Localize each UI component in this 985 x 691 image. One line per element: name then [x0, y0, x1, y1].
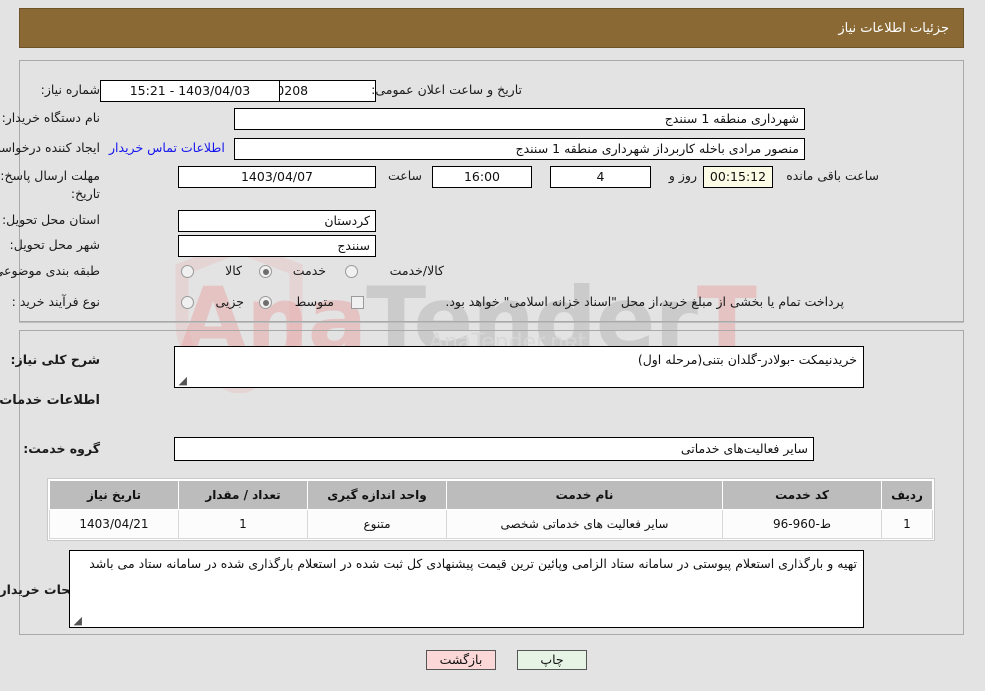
- col-service-code: کد خدمت: [723, 480, 883, 510]
- buyer-notes-value: تهیه و بارگذاری استعلام پیوستی در سامانه…: [90, 556, 858, 571]
- category-label: طبقه بندی موضوعی:: [0, 263, 101, 278]
- checkbox-islamic-treasury-docs[interactable]: [352, 296, 365, 309]
- services-section-title: اطلاعات خدمات مورد نیاز: [0, 393, 101, 408]
- deadline-time-value: 16:00: [433, 166, 533, 188]
- page-header: جزئیات اطلاعات نیاز: [20, 8, 965, 48]
- general-desc-textarea[interactable]: خریدنیمکت -بولادر-گلدان بتنی(مرحله اول) …: [175, 346, 865, 388]
- cell-need-date: 1403/04/21: [50, 509, 180, 539]
- remaining-countdown-timer: 00:15:12: [704, 166, 774, 188]
- radio-process-jozii-label: جزیی: [216, 294, 245, 309]
- buyer-contact-link[interactable]: اطلاعات تماس خریدار: [110, 140, 226, 155]
- services-table: ردیف کد خدمت نام خدمت واحد اندازه گیری ت…: [50, 480, 934, 539]
- radio-process-jozii[interactable]: [182, 296, 195, 309]
- col-unit: واحد اندازه گیری: [308, 480, 448, 510]
- cell-service-name: سایر فعالیت های خدماتی شخصی: [447, 509, 724, 539]
- col-service-name: نام خدمت: [447, 480, 724, 510]
- process-label: نوع فرآیند خرید :: [12, 294, 101, 309]
- page-title: جزئیات اطلاعات نیاز: [839, 20, 950, 36]
- announce-datetime-value: 1403/04/03 - 15:21: [101, 80, 281, 102]
- announce-datetime-label: تاریخ و ساعت اعلان عمومی:: [372, 82, 523, 97]
- radio-process-motavaset[interactable]: [260, 296, 273, 309]
- col-row-no: ردیف: [882, 480, 934, 510]
- general-desc-label: شرح کلی نیاز:: [11, 352, 101, 367]
- radio-category-kala[interactable]: [182, 265, 195, 278]
- deadline-label-line1: مهلت ارسال پاسخ: تا: [0, 168, 101, 183]
- remaining-days-value: 4: [551, 166, 652, 188]
- print-button[interactable]: چاپ: [518, 650, 588, 670]
- city-value: سنندج: [179, 235, 377, 257]
- city-label: شهر محل تحویل:: [10, 237, 101, 252]
- cell-service-code: ط-960-96: [723, 509, 883, 539]
- treasury-note-text: پرداخت تمام یا بخشی از مبلغ خرید،از محل …: [446, 294, 845, 309]
- need-number-label: شماره نیاز:: [41, 82, 101, 97]
- table-header-row: ردیف کد خدمت نام خدمت واحد اندازه گیری ت…: [50, 480, 934, 510]
- deadline-date-value: 1403/04/07: [179, 166, 377, 188]
- remaining-clock-label: ساعت باقی مانده: [787, 168, 880, 183]
- province-label: استان محل تحویل:: [2, 212, 101, 227]
- cell-quantity: 1: [179, 509, 309, 539]
- table-row[interactable]: 1 ط-960-96 سایر فعالیت های خدماتی شخصی م…: [50, 509, 934, 539]
- buyer-org-value: شهرداری منطقه 1 سنندج: [235, 108, 806, 130]
- radio-category-kala-khedmat-label: کالا/خدمت: [390, 263, 445, 278]
- services-table-wrapper: ردیف کد خدمت نام خدمت واحد اندازه گیری ت…: [48, 478, 936, 541]
- cell-unit: متنوع: [308, 509, 448, 539]
- province-value: کردستان: [179, 210, 377, 232]
- requester-label: ایجاد کننده درخواست:: [0, 140, 101, 155]
- deadline-label-line2: تاریخ:: [71, 186, 101, 201]
- radio-category-khedmat[interactable]: [260, 265, 273, 278]
- radio-category-kala-khedmat[interactable]: [346, 265, 359, 278]
- service-group-value: سایر فعالیت‌های خدماتی: [175, 437, 815, 461]
- radio-process-motavaset-label: متوسط: [295, 294, 335, 309]
- deadline-hour-label: ساعت: [388, 168, 423, 183]
- requester-value: منصور مرادی باخله کاربرداز شهرداری منطقه…: [235, 138, 806, 160]
- col-need-date: تاریخ نیاز: [50, 480, 180, 510]
- radio-category-kala-label: کالا: [226, 263, 243, 278]
- radio-category-khedmat-label: خدمت: [293, 263, 327, 278]
- service-group-label: گروه خدمت:: [24, 441, 101, 456]
- buyer-notes-textarea[interactable]: تهیه و بارگذاری استعلام پیوستی در سامانه…: [70, 550, 865, 628]
- section-divider: [20, 322, 965, 323]
- buyer-org-label: نام دستگاه خریدار:: [2, 110, 101, 125]
- remaining-days-label: روز و: [669, 168, 698, 183]
- col-quantity: تعداد / مقدار: [179, 480, 309, 510]
- back-button[interactable]: بازگشت: [427, 650, 497, 670]
- resize-grip-icon-notes[interactable]: ◢: [73, 615, 83, 626]
- general-desc-value: خریدنیمکت -بولادر-گلدان بتنی(مرحله اول): [638, 352, 858, 367]
- cell-row-no: 1: [882, 509, 934, 539]
- resize-grip-icon[interactable]: ◢: [178, 375, 188, 386]
